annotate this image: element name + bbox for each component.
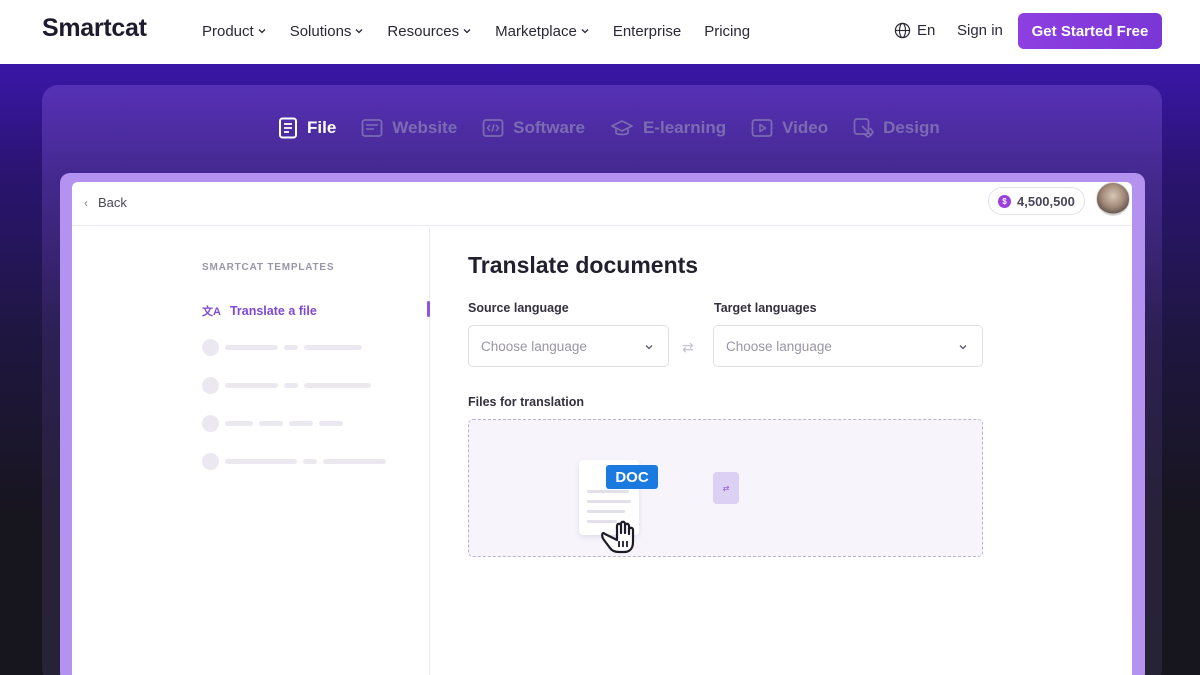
coin-icon: $: [998, 194, 1011, 208]
tab-file-label: File: [307, 118, 337, 137]
grab-hand-icon: [601, 520, 635, 554]
tab-website[interactable]: Website: [361, 118, 457, 138]
nav-solutions[interactable]: Solutions: [290, 22, 365, 40]
nav-product[interactable]: Product: [202, 22, 267, 40]
placeholder-bar: [225, 383, 278, 388]
placeholder-dot: [202, 339, 219, 356]
nav-pricing-label: Pricing: [704, 22, 751, 40]
files-label: Files for translation: [468, 395, 584, 409]
source-language-placeholder: Choose language: [481, 338, 587, 354]
tab-design[interactable]: Design: [853, 117, 940, 139]
source-language-select[interactable]: Choose language: [468, 325, 669, 367]
tab-e-learning-label: E-learning: [642, 118, 727, 137]
tab-website-label: Website: [392, 118, 458, 137]
app-window: ‹ Back $ 4,500,500 SMARTCAT TEMPLATES 文A…: [72, 182, 1132, 675]
chevron-down-icon: [959, 345, 967, 350]
placeholder-bar: [319, 421, 343, 426]
sidebar-placeholder-item: [202, 453, 392, 470]
sidebar-item-label: Translate a file: [229, 304, 317, 318]
target-languages-label: Target languages: [714, 301, 817, 315]
chevron-down-icon: [355, 29, 363, 34]
swap-languages-icon[interactable]: ⇄: [682, 339, 694, 356]
tab-video[interactable]: Video: [751, 118, 828, 138]
nav-enterprise[interactable]: Enterprise: [613, 22, 681, 40]
chevron-left-icon: ‹: [84, 195, 88, 210]
back-button[interactable]: ‹ Back: [84, 195, 127, 210]
nav-enterprise-label: Enterprise: [612, 22, 682, 40]
placeholder-bar: [225, 459, 297, 464]
doc-line: [587, 490, 629, 493]
placeholder-bar: [304, 383, 371, 388]
placeholder-bar: [323, 459, 386, 464]
doc-badge: DOC: [606, 465, 658, 489]
main-nav: Product Solutions Resources Marketplace …: [202, 22, 773, 40]
file-dropzone[interactable]: DOC ⇄: [468, 419, 983, 557]
file-icon: [279, 117, 297, 139]
nav-marketplace[interactable]: Marketplace: [495, 22, 590, 40]
avatar[interactable]: [1096, 182, 1130, 216]
chevron-down-icon: [581, 29, 589, 34]
sidebar-item-translate-file[interactable]: 文A Translate a file: [202, 303, 317, 319]
sidebar-placeholder-item: [202, 339, 368, 356]
doc-line: [587, 500, 631, 503]
nav-resources-label: Resources: [387, 22, 460, 40]
website-icon: [361, 119, 383, 137]
tab-video-label: Video: [782, 118, 829, 137]
sidebar-placeholder-item: [202, 377, 377, 394]
placeholder-bar: [289, 421, 313, 426]
tab-software-label: Software: [513, 118, 585, 137]
globe-icon: [894, 22, 911, 39]
app-topbar: ‹ Back $ 4,500,500: [72, 182, 1132, 226]
tab-file[interactable]: File: [278, 117, 336, 139]
nav-solutions-label: Solutions: [289, 22, 352, 40]
placeholder-bar: [225, 345, 278, 350]
smartcat-logo[interactable]: Smartcat: [42, 14, 147, 43]
translate-icon: 文A: [202, 306, 221, 318]
top-navbar: Smartcat Product Solutions Resources Mar…: [0, 0, 1200, 64]
target-languages-placeholder: Choose language: [726, 338, 832, 354]
credits-badge[interactable]: $ 4,500,500: [988, 187, 1085, 215]
play-icon: [751, 119, 773, 137]
chevron-down-icon: [463, 29, 471, 34]
templates-sidebar: SMARTCAT TEMPLATES 文A Translate a file: [72, 227, 430, 675]
language-selector[interactable]: En: [894, 22, 935, 39]
credits-value: 4,500,500: [1017, 193, 1075, 209]
placeholder-bar: [284, 345, 298, 350]
sidebar-heading: SMARTCAT TEMPLATES: [202, 262, 335, 273]
placeholder-dot: [202, 453, 219, 470]
language-label: En: [917, 22, 936, 39]
graduation-cap-icon: [611, 120, 633, 136]
back-label: Back: [98, 195, 127, 210]
tab-software[interactable]: Software: [482, 118, 585, 138]
source-language-label: Source language: [468, 301, 569, 315]
product-tabs: File Website Software E-learning Video D…: [278, 117, 965, 139]
chevron-down-icon: [258, 29, 266, 34]
code-icon: [482, 119, 504, 137]
file-placeholder-icon: ⇄: [713, 472, 739, 504]
placeholder-bar: [303, 459, 317, 464]
nav-resources[interactable]: Resources: [387, 22, 472, 40]
nav-marketplace-label: Marketplace: [495, 22, 577, 40]
chevron-down-icon: [645, 345, 653, 350]
placeholder-bar: [304, 345, 362, 350]
get-started-button[interactable]: Get Started Free: [1018, 13, 1162, 49]
placeholder-bar: [259, 421, 283, 426]
active-indicator: [427, 301, 430, 317]
pen-tool-icon: [853, 118, 875, 138]
placeholder-dot: [202, 377, 219, 394]
tab-e-learning[interactable]: E-learning: [610, 118, 726, 138]
placeholder-bar: [284, 383, 298, 388]
nav-product-label: Product: [202, 22, 254, 40]
target-languages-select[interactable]: Choose language: [713, 325, 983, 367]
page-title: Translate documents: [468, 252, 699, 278]
doc-line: [587, 510, 625, 513]
placeholder-dot: [202, 415, 219, 432]
placeholder-bar: [225, 421, 253, 426]
nav-pricing[interactable]: Pricing: [704, 22, 750, 40]
sign-in-link[interactable]: Sign in: [957, 22, 1003, 39]
sidebar-placeholder-item: [202, 415, 349, 432]
tab-design-label: Design: [883, 118, 940, 137]
